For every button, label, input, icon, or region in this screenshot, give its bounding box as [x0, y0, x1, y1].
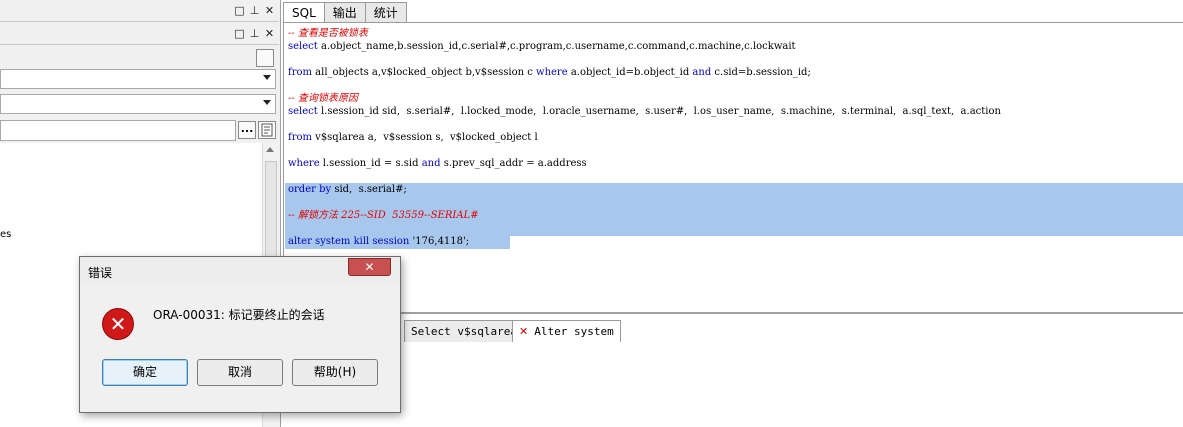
dialog-title: 错误 — [88, 266, 113, 280]
browse-button[interactable]: ... — [238, 121, 256, 139]
panel-controls-1: □ ⊥ ✕ — [234, 3, 275, 19]
keyword: from — [288, 67, 312, 78]
code-text: all_objects a,v$locked_object b,v$sessio… — [311, 67, 537, 78]
scroll-up-icon[interactable] — [266, 147, 274, 152]
code-text: sid, s.serial#; — [331, 184, 407, 195]
keyword: where — [288, 158, 320, 169]
code-line-4: from v$sqlarea a, v$session s, v$locked_… — [288, 131, 538, 144]
editor-tabs: SQL 输出 统计 — [283, 2, 407, 24]
error-x-icon: ✕ — [519, 325, 529, 338]
code-text: a.object_id=b.object_id — [567, 67, 693, 78]
code-line-1: select a.object_name,b.session_id,c.seri… — [288, 40, 796, 53]
document-icon — [261, 123, 273, 137]
code-line-5: where l.session_id = s.sid and s.prev_sq… — [288, 157, 587, 170]
cancel-button[interactable]: 取消 — [197, 359, 283, 386]
tab-statistics[interactable]: 统计 — [364, 2, 407, 23]
toolbar-square-button[interactable] — [256, 49, 274, 67]
panel-header-2: □ ⊥ ✕ — [0, 23, 279, 45]
filter-options-button[interactable] — [258, 121, 276, 139]
code-text: c.sid=b.session_id; — [711, 67, 811, 78]
code-text: v$sqlarea a, v$session s, v$locked_objec… — [311, 132, 538, 143]
keyword: from — [288, 132, 312, 143]
owner-dropdown[interactable] — [0, 94, 276, 114]
keyword: alter system kill session — [288, 236, 410, 247]
restore-icon[interactable]: □ — [234, 3, 245, 19]
code-text: a.object_name,b.session_id,c.serial#,c.p… — [317, 41, 796, 52]
code-line-3: select l.session_id sid, s.serial#, l.lo… — [288, 105, 1001, 118]
code-line-2: from all_objects a,v$locked_object b,v$s… — [288, 66, 811, 79]
code-comment-1: -- 查看是否被锁表 — [288, 28, 368, 39]
code-comment-2: -- 查询锁表原因 — [288, 93, 358, 104]
error-dialog: 错误 ✕ ✕ ORA-00031: 标记要终止的会话 确定 取消 帮助(H) — [79, 256, 401, 413]
chevron-down-icon — [263, 75, 271, 80]
results-pane: Select v$sqlarea ✕ Alter system — [283, 312, 1183, 427]
ok-button[interactable]: 确定 — [102, 359, 188, 386]
filter-input[interactable] — [0, 120, 236, 141]
restore-icon[interactable]: □ — [234, 26, 245, 42]
code-line-7: alter system kill session '176,4118'; — [288, 235, 469, 248]
result-tab-label: Alter system — [534, 325, 614, 338]
keyword: order by — [288, 184, 332, 195]
dialog-body: ✕ ORA-00031: 标记要终止的会话 确定 取消 帮助(H) — [81, 284, 399, 412]
tree-item-label[interactable]: es — [0, 229, 11, 240]
code-line-6: order by sid, s.serial#; — [288, 183, 407, 196]
tab-sql[interactable]: SQL — [283, 2, 325, 24]
sql-editor[interactable]: -- 查看是否被锁表 select a.object_name,b.sessio… — [283, 22, 1183, 312]
dialog-message: ORA-00031: 标记要终止的会话 — [153, 308, 325, 322]
help-button[interactable]: 帮助(H) — [292, 359, 378, 386]
error-icon: ✕ — [102, 308, 134, 340]
dialog-title-bar[interactable]: 错误 ✕ — [80, 257, 400, 284]
keyword: select — [288, 41, 318, 52]
code-comment-3: -- 解锁方法 225--SID 53559--SERIAL# — [288, 210, 479, 221]
code-text: s.prev_sql_addr = a.address — [440, 158, 587, 169]
result-tab-select-sqlarea[interactable]: Select v$sqlarea — [404, 320, 524, 342]
result-tab-alter-system[interactable]: ✕ Alter system — [512, 320, 621, 342]
panel-controls-2: □ ⊥ ✕ — [234, 26, 275, 42]
object-type-dropdown[interactable] — [0, 69, 276, 89]
panel-header-1: □ ⊥ ✕ — [0, 0, 279, 22]
chevron-down-icon — [263, 100, 271, 105]
dialog-close-button[interactable]: ✕ — [348, 258, 391, 276]
code-text: l.session_id = s.sid — [319, 158, 422, 169]
close-icon[interactable]: ✕ — [264, 3, 275, 19]
pin-icon[interactable]: ⊥ — [249, 3, 260, 19]
code-text: '176,4118'; — [409, 236, 470, 247]
code-text: l.session_id sid, s.serial#, l.locked_mo… — [317, 106, 1001, 117]
keyword: select — [288, 106, 318, 117]
tab-output[interactable]: 输出 — [323, 2, 366, 23]
keyword: and — [692, 67, 712, 78]
close-icon[interactable]: ✕ — [264, 26, 275, 42]
keyword: where — [536, 67, 568, 78]
pin-icon[interactable]: ⊥ — [249, 26, 260, 42]
keyword: and — [421, 158, 441, 169]
